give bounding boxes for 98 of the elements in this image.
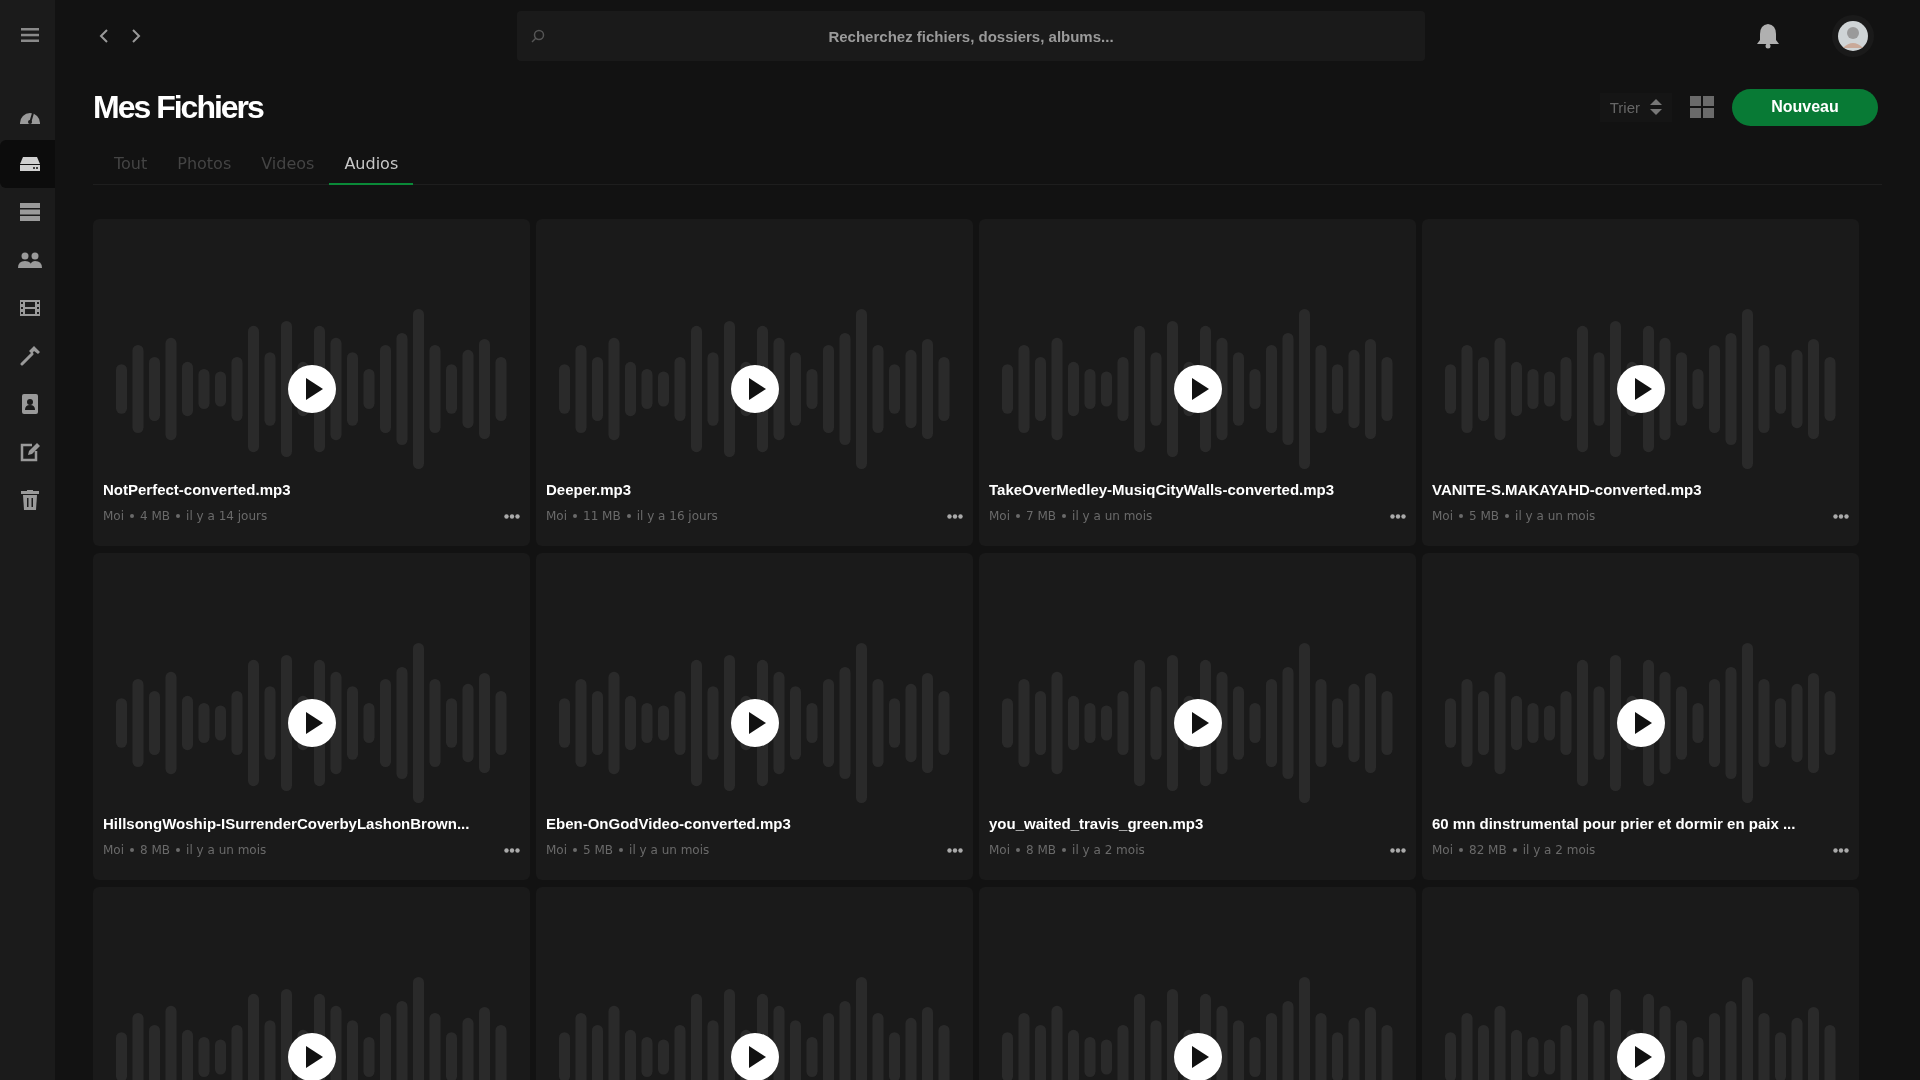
play-icon[interactable] bbox=[730, 365, 779, 413]
separator-dot bbox=[176, 514, 181, 518]
separator-dot bbox=[1459, 848, 1464, 852]
audio-card[interactable]: Eben-OnGodVideo-converted.mp3 Moi 5 MB il y a un mois bbox=[536, 553, 973, 880]
file-date: il y a un mois bbox=[186, 843, 267, 857]
play-icon[interactable] bbox=[730, 699, 779, 747]
play-icon[interactable] bbox=[287, 699, 336, 747]
separator-dot bbox=[176, 848, 181, 852]
file-owner: Moi bbox=[1432, 509, 1454, 523]
more-options-icon[interactable] bbox=[1390, 847, 1406, 853]
file-size: 7 MB bbox=[1026, 509, 1057, 523]
file-date: il y a un mois bbox=[629, 843, 710, 857]
separator-dot bbox=[130, 848, 135, 852]
file-name: HillsongWoship-ISurrenderCoverbyLashonBrown... bbox=[103, 815, 471, 832]
avatar[interactable] bbox=[1832, 15, 1874, 57]
file-owner: Moi bbox=[103, 843, 125, 857]
more-options-icon[interactable] bbox=[504, 513, 520, 519]
file-date: il y a 2 mois bbox=[1522, 843, 1596, 857]
file-name: you_waited_travis_green.mp3 bbox=[989, 815, 1205, 832]
play-icon[interactable] bbox=[1173, 365, 1222, 413]
avatar-icon bbox=[1838, 21, 1868, 51]
file-date: il y a 14 jours bbox=[186, 509, 268, 523]
play-icon[interactable] bbox=[287, 1033, 336, 1080]
file-date: il y a 2 mois bbox=[1072, 843, 1145, 857]
separator-dot bbox=[1512, 848, 1517, 852]
more-options-icon[interactable] bbox=[504, 847, 520, 853]
file-size: 82 MB bbox=[1469, 843, 1507, 857]
more-options-icon[interactable] bbox=[947, 847, 963, 853]
more-options-icon[interactable] bbox=[1390, 513, 1406, 519]
file-size: 8 MB bbox=[140, 843, 171, 857]
bell-icon[interactable] bbox=[1756, 23, 1780, 49]
sort-arrows-icon bbox=[1650, 99, 1662, 115]
separator-dot bbox=[626, 514, 631, 518]
file-size: 5 MB bbox=[1469, 509, 1500, 523]
menu-icon bbox=[20, 27, 39, 43]
audio-card[interactable]: NotPerfect-converted.mp3 Moi 4 MB il y a 14 jours bbox=[93, 219, 530, 546]
separator-dot bbox=[1505, 514, 1510, 518]
file-size: 11 MB bbox=[583, 509, 621, 523]
file-date: il y a 16 jours bbox=[636, 509, 718, 523]
play-icon[interactable] bbox=[1616, 365, 1665, 413]
grid-view-icon[interactable] bbox=[1690, 96, 1714, 118]
file-size: 8 MB bbox=[1026, 843, 1057, 857]
file-name: Eben-OnGodVideo-converted.mp3 bbox=[546, 815, 792, 832]
more-options-icon[interactable] bbox=[1833, 513, 1849, 519]
play-icon[interactable] bbox=[1173, 1033, 1222, 1080]
audio-card[interactable]: HillsongWoship-ISurrenderCoverbyLashonBrown... Moi 8 MB il y a un mois bbox=[93, 553, 530, 880]
new-button[interactable]: Nouveau bbox=[1732, 88, 1878, 126]
file-date: il y a un mois bbox=[1515, 509, 1596, 523]
separator-dot bbox=[1459, 514, 1464, 518]
drive-icon bbox=[18, 156, 41, 172]
separator-dot bbox=[619, 848, 624, 852]
file-date: il y a un mois bbox=[1072, 509, 1153, 523]
audio-card[interactable]: Deeper.mp3 Moi 11 MB il y a 16 jours bbox=[536, 219, 973, 546]
file-owner: Moi bbox=[103, 509, 125, 523]
separator-dot bbox=[1062, 514, 1067, 518]
file-name: Deeper.mp3 bbox=[546, 481, 633, 498]
file-name: 60 mn dinstrumental pour prier et dormir en paix ... bbox=[1432, 815, 1797, 832]
play-icon[interactable] bbox=[1173, 699, 1222, 747]
file-owner: Moi bbox=[989, 843, 1011, 857]
play-icon[interactable] bbox=[287, 365, 336, 413]
file-size: 4 MB bbox=[140, 509, 171, 523]
server-icon bbox=[19, 203, 40, 221]
file-owner: Moi bbox=[546, 509, 568, 523]
play-icon[interactable] bbox=[730, 1033, 779, 1080]
play-icon[interactable] bbox=[1616, 1033, 1665, 1080]
hammer-icon bbox=[19, 346, 40, 366]
more-options-icon[interactable] bbox=[947, 513, 963, 519]
search-icon bbox=[531, 29, 545, 43]
separator-dot bbox=[573, 514, 578, 518]
users-icon bbox=[17, 252, 42, 268]
search-field[interactable]: Recherchez fichiers, dossiers, albums... bbox=[517, 11, 1425, 61]
audio-card[interactable]: TakeOverMedley-MusiqCityWalls-converted.mp3 Moi 7 MB il y a un mois bbox=[979, 219, 1416, 546]
file-owner: Moi bbox=[1432, 843, 1454, 857]
audio-card[interactable]: you_waited_travis_green.mp3 Moi 8 MB il y a 2 mois bbox=[979, 553, 1416, 880]
separator-dot bbox=[1016, 514, 1021, 518]
separator-dot bbox=[130, 514, 135, 518]
file-name: TakeOverMedley-MusiqCityWalls-converted.mp3 bbox=[989, 481, 1336, 498]
chevron-left-icon bbox=[99, 28, 109, 44]
file-owner: Moi bbox=[989, 509, 1011, 523]
tab[interactable]: Audios bbox=[329, 144, 414, 185]
edit-icon bbox=[19, 442, 40, 462]
file-size: 5 MB bbox=[583, 843, 614, 857]
file-owner: Moi bbox=[546, 843, 568, 857]
trash-icon bbox=[20, 490, 39, 510]
page-title: Mes Fichiers bbox=[93, 88, 263, 126]
separator-dot bbox=[573, 848, 578, 852]
audio-card[interactable]: VANITE-S.MAKAYAHD-converted.mp3 Moi 5 MB il y a un mois bbox=[1422, 219, 1859, 546]
separator-dot bbox=[1016, 848, 1021, 852]
audio-card[interactable]: 60 mn dinstrumental pour prier et dormir en paix ... Moi 82 MB il y a 2 mois bbox=[1422, 553, 1859, 880]
more-options-icon[interactable] bbox=[1833, 847, 1849, 853]
film-icon bbox=[19, 300, 40, 316]
play-icon[interactable] bbox=[1616, 699, 1665, 747]
file-name: NotPerfect-converted.mp3 bbox=[103, 481, 292, 498]
sidebar-item[interactable] bbox=[0, 140, 55, 188]
separator-dot bbox=[1062, 848, 1067, 852]
file-name: VANITE-S.MAKAYAHD-converted.mp3 bbox=[1432, 481, 1703, 498]
chevron-right-icon bbox=[131, 28, 141, 44]
contact-book-icon bbox=[20, 394, 39, 414]
